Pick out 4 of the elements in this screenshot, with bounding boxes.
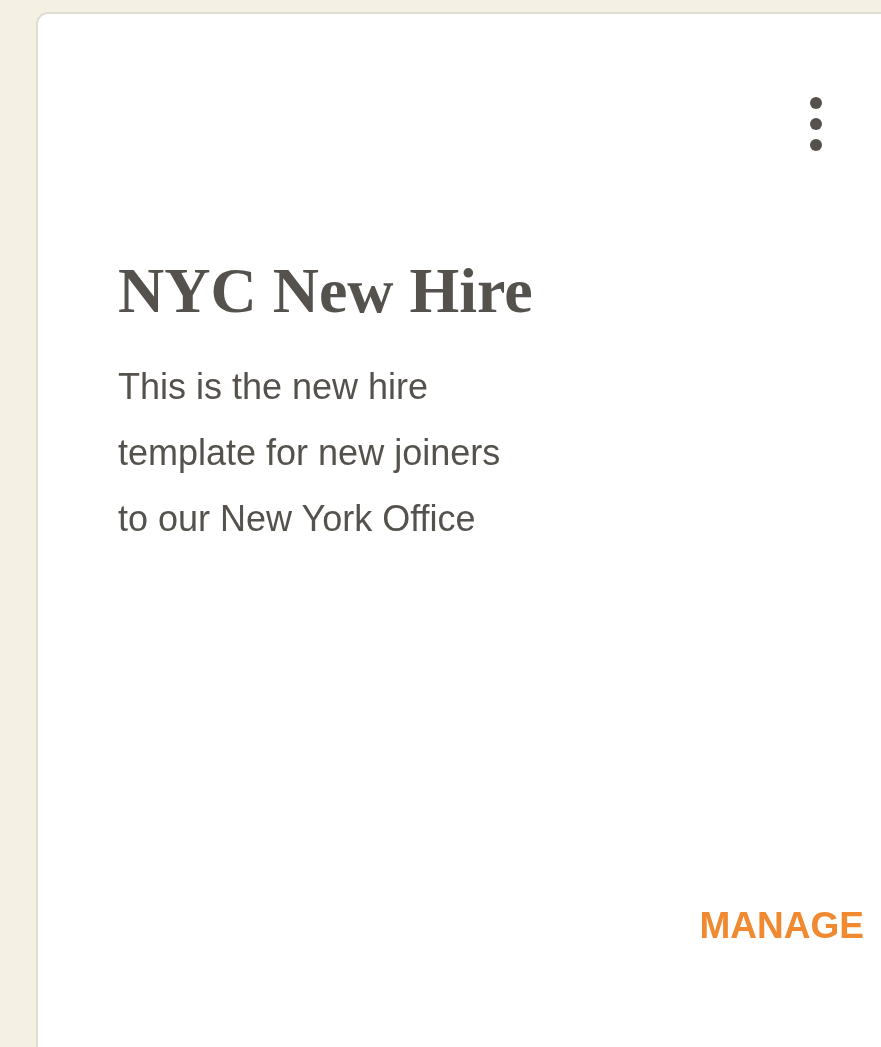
manage-link[interactable]: MANAGE xyxy=(699,907,864,945)
more-options-icon[interactable] xyxy=(808,96,824,152)
card-title: NYC New Hire xyxy=(118,256,533,327)
card-description: This is the new hire template for new joiners to our New York Office xyxy=(118,365,502,542)
